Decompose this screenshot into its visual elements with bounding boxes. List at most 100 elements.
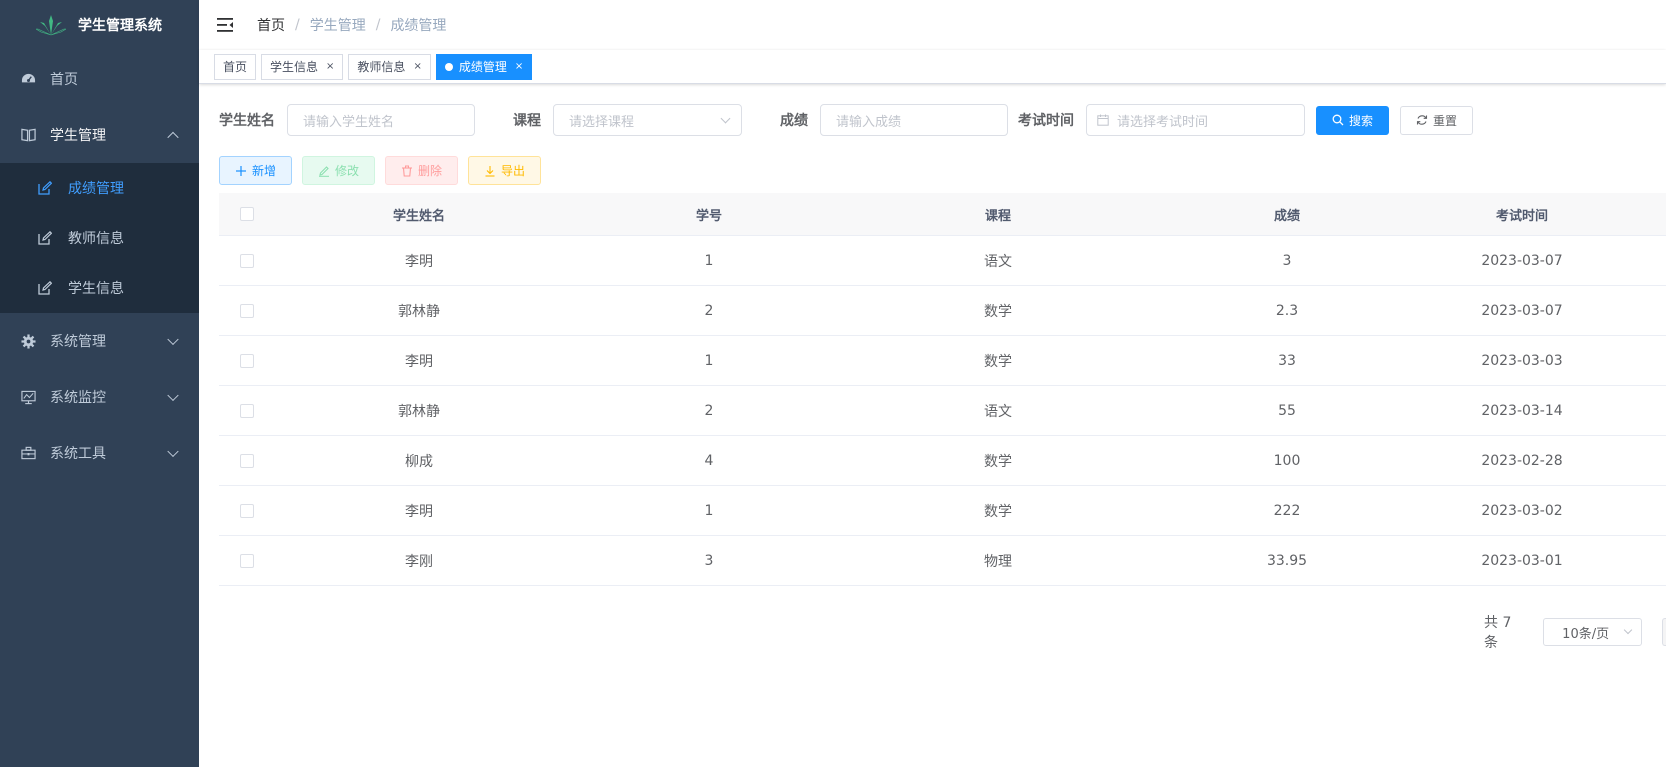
add-button[interactable]: 新增 bbox=[219, 156, 292, 185]
hamburger-icon[interactable] bbox=[215, 15, 235, 35]
edit-icon bbox=[38, 181, 52, 195]
table-row[interactable]: 李明 1 数学 33 2023-03-03 bbox=[219, 336, 1666, 386]
menu-system-monitor[interactable]: 系统监控 bbox=[0, 369, 199, 425]
prev-page-button[interactable] bbox=[1662, 618, 1666, 646]
tag-home[interactable]: 首页 bbox=[214, 53, 257, 80]
gear-icon bbox=[20, 333, 36, 349]
row-checkbox[interactable] bbox=[239, 553, 254, 568]
row-checkbox-cell bbox=[219, 303, 274, 318]
row-checkbox[interactable] bbox=[239, 453, 254, 468]
row-checkbox[interactable] bbox=[239, 403, 254, 418]
monitor-icon bbox=[20, 389, 36, 405]
reset-button[interactable]: 重置 bbox=[1400, 105, 1473, 135]
exam-date-picker[interactable]: 请选择考试时间 bbox=[1086, 104, 1305, 136]
sidebar-item-students[interactable]: 学生信息 bbox=[0, 263, 199, 313]
cell-name: 李明 bbox=[405, 253, 433, 270]
close-icon[interactable]: × bbox=[515, 61, 523, 72]
cell-name: 郭林静 bbox=[398, 403, 440, 420]
table-row[interactable]: 郭林静 2 语文 55 2023-03-14 bbox=[219, 386, 1666, 436]
cell-exam-time: 2023-02-28 bbox=[1481, 452, 1563, 469]
edit-button[interactable]: 修改 bbox=[302, 156, 375, 185]
close-icon[interactable]: × bbox=[326, 61, 334, 72]
menu-student-mgmt-label: 学生管理 bbox=[50, 128, 106, 144]
tag-label: 成绩管理 bbox=[458, 60, 507, 74]
action-toolbar: 新增 修改 删除 导出 bbox=[219, 156, 1666, 185]
cell-score: 55 bbox=[1278, 402, 1296, 419]
score-label: 成绩 bbox=[780, 113, 808, 129]
menu-student-mgmt[interactable]: 学生管理 bbox=[0, 107, 199, 163]
sidebar: 学生管理系统 首页 学生管理 成绩管理 教师信息 学生信息 系统管理 系统监控 … bbox=[0, 0, 199, 767]
column-header-id[interactable]: 学号 bbox=[564, 205, 854, 224]
refresh-icon bbox=[1416, 114, 1428, 126]
delete-button[interactable]: 删除 bbox=[385, 156, 458, 185]
row-checkbox-cell bbox=[219, 353, 274, 368]
tag-student-info[interactable]: 学生信息 × bbox=[261, 53, 344, 80]
tag-grades[interactable]: 成绩管理 × bbox=[435, 53, 533, 80]
course-select[interactable]: 请选择课程 bbox=[553, 104, 742, 136]
close-icon[interactable]: × bbox=[413, 61, 421, 72]
table-row[interactable]: 柳成 4 数学 100 2023-02-28 bbox=[219, 436, 1666, 486]
page-size-select[interactable]: 10条/页 bbox=[1543, 618, 1643, 646]
tag-teacher-info[interactable]: 教师信息 × bbox=[348, 53, 431, 80]
select-all-cell bbox=[219, 207, 274, 221]
pagination: 共 7 条 10条/页 bbox=[1484, 612, 1666, 652]
app-title: 学生管理系统 bbox=[78, 18, 162, 34]
student-name-input[interactable]: 请输入学生姓名 bbox=[287, 104, 475, 136]
chevron-down-icon bbox=[167, 389, 179, 402]
table-row[interactable]: 李明 1 数学 222 2023-03-02 bbox=[219, 486, 1666, 536]
exam-date-placeholder: 请选择考试时间 bbox=[1117, 114, 1209, 130]
row-checkbox-cell bbox=[219, 503, 274, 518]
row-checkbox[interactable] bbox=[239, 253, 254, 268]
chevron-down-icon bbox=[720, 113, 731, 124]
menu-system-tools[interactable]: 系统工具 bbox=[0, 425, 199, 481]
delete-button-label: 删除 bbox=[417, 164, 442, 178]
row-checkbox[interactable] bbox=[239, 303, 254, 318]
book-icon bbox=[20, 127, 36, 143]
export-button[interactable]: 导出 bbox=[468, 156, 541, 185]
sidebar-item-grades[interactable]: 成绩管理 bbox=[0, 163, 199, 213]
select-all-checkbox[interactable] bbox=[239, 207, 254, 221]
edit-icon bbox=[38, 231, 52, 245]
score-input[interactable]: 请输入成绩 bbox=[820, 104, 1008, 136]
menu-system-mgmt[interactable]: 系统管理 bbox=[0, 313, 199, 369]
active-dot-icon bbox=[444, 62, 453, 71]
logo[interactable]: 学生管理系统 bbox=[0, 0, 199, 50]
row-checkbox[interactable] bbox=[239, 353, 254, 368]
column-header-score[interactable]: 成绩 bbox=[1142, 205, 1432, 224]
cell-score: 2.3 bbox=[1275, 302, 1299, 319]
plus-icon bbox=[235, 165, 247, 177]
column-header-name[interactable]: 学生姓名 bbox=[274, 205, 564, 224]
course-placeholder: 请选择课程 bbox=[569, 114, 635, 130]
row-checkbox[interactable] bbox=[239, 503, 254, 518]
table-row[interactable]: 郭林静 2 数学 2.3 2023-03-07 bbox=[219, 286, 1666, 336]
cell-name: 李明 bbox=[405, 353, 433, 370]
cell-id: 3 bbox=[704, 552, 714, 569]
pagination-total: 共 7 条 bbox=[1484, 615, 1512, 651]
breadcrumb-home[interactable]: 首页 bbox=[257, 15, 285, 35]
cell-name: 郭林静 bbox=[398, 303, 440, 320]
breadcrumb-student-mgmt: 学生管理 bbox=[309, 18, 366, 34]
calendar-icon bbox=[1097, 114, 1109, 126]
edit-icon bbox=[38, 281, 52, 295]
name-label: 学生姓名 bbox=[219, 113, 275, 129]
menu-home-label: 首页 bbox=[50, 72, 78, 88]
column-header-exam-time[interactable]: 考试时间 bbox=[1432, 205, 1612, 224]
sidebar-item-grades-label: 成绩管理 bbox=[68, 181, 124, 197]
menu-home[interactable]: 首页 bbox=[0, 51, 199, 107]
table-row[interactable]: 李刚 3 物理 33.95 2023-03-01 bbox=[219, 536, 1666, 586]
chevron-down-icon bbox=[167, 333, 179, 346]
cell-id: 1 bbox=[704, 502, 714, 519]
table-row[interactable]: 李明 1 语文 3 2023-03-07 bbox=[219, 236, 1666, 286]
cell-course: 语文 bbox=[984, 403, 1012, 420]
cell-exam-time: 2023-03-01 bbox=[1481, 552, 1563, 569]
navbar: 首页 / 学生管理 / 成绩管理 bbox=[199, 0, 1666, 50]
search-form: 学生姓名 请输入学生姓名 课程 请选择课程 成绩 请输入成绩 考试时间 请选择考… bbox=[219, 84, 1666, 156]
cell-course: 数学 bbox=[984, 353, 1012, 370]
search-button[interactable]: 搜索 bbox=[1316, 105, 1389, 135]
trash-icon bbox=[401, 165, 413, 177]
download-icon bbox=[484, 165, 496, 177]
sidebar-item-teachers[interactable]: 教师信息 bbox=[0, 213, 199, 263]
logo-icon bbox=[36, 15, 66, 36]
column-header-course[interactable]: 课程 bbox=[854, 205, 1142, 224]
breadcrumb-separator: / bbox=[295, 17, 300, 33]
